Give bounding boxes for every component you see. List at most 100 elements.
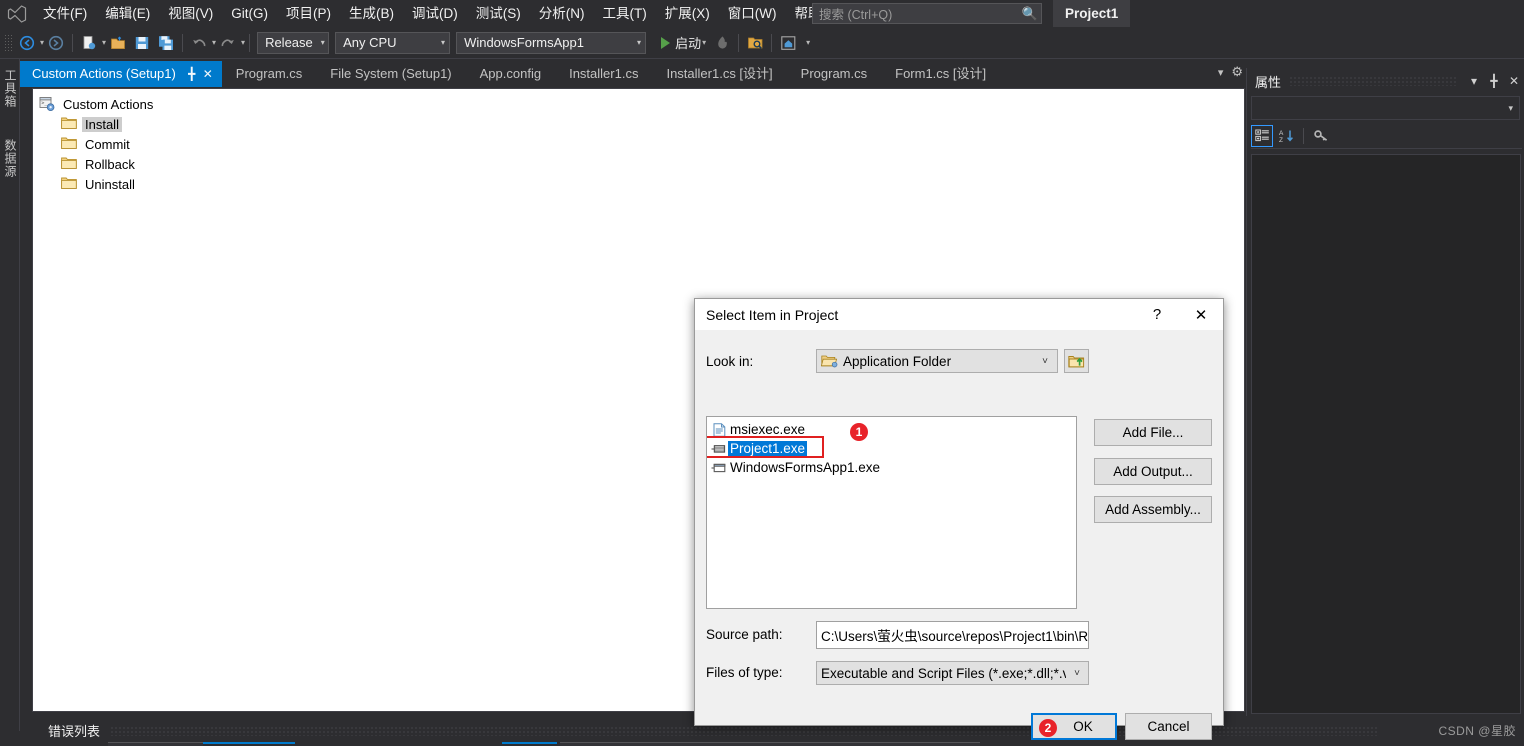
pin-icon[interactable]: ╋ [184, 61, 200, 87]
annotation-badge-step2: 2 [1039, 719, 1057, 737]
menu-item-view[interactable]: 视图(V) [159, 0, 222, 27]
search-input[interactable]: 搜索 (Ctrl+Q) 🔍 [812, 3, 1042, 24]
list-item-windowsformsapp1-exe[interactable]: WindowsFormsApp1.exe [710, 458, 1076, 477]
annotation-badge-step1: 1 [850, 423, 868, 441]
navigate-back-icon[interactable] [15, 31, 39, 55]
bottom-tab-stub-2[interactable] [502, 742, 557, 746]
chevron-down-icon[interactable]: ▾ [1218, 66, 1224, 79]
toolbar-separator-4 [738, 33, 740, 52]
close-icon[interactable]: ✕ [1179, 299, 1223, 330]
visual-studio-logo-icon [0, 0, 34, 27]
add-file-button[interactable]: Add File... [1094, 419, 1212, 446]
categorized-view-icon[interactable] [1251, 124, 1273, 147]
add-output-button[interactable]: Add Output... [1094, 458, 1212, 485]
start-debug-button[interactable]: 启动 ▾ [657, 31, 710, 55]
open-file-icon[interactable] [106, 31, 130, 55]
chevron-down-icon[interactable]: ▾ [702, 38, 706, 47]
tab-custom-actions-setup1[interactable]: Custom Actions (Setup1) ╋ ✕ [20, 61, 222, 87]
close-icon[interactable]: ✕ [1504, 74, 1524, 88]
tab-file-system-setup1[interactable]: File System (Setup1) [316, 61, 465, 87]
configuration-value: Release [265, 35, 313, 50]
ok-button[interactable]: 2 OK [1031, 713, 1117, 740]
menu-item-git[interactable]: Git(G) [222, 0, 277, 27]
save-icon[interactable] [130, 31, 154, 55]
folder-icon [61, 116, 77, 132]
tab-installer1-cs[interactable]: Installer1.cs [555, 61, 652, 87]
sidebar-item-toolbox[interactable]: 工具箱 [1, 63, 19, 114]
list-item-msiexec[interactable]: msiexec.exe [710, 420, 1076, 439]
menu-item-extensions[interactable]: 扩展(X) [656, 0, 719, 27]
list-item-project1-exe[interactable]: Project1.exe [710, 439, 1076, 458]
toolbar-grip[interactable] [4, 33, 13, 52]
tree-node-commit[interactable]: Commit [39, 134, 1244, 154]
save-all-icon[interactable] [154, 31, 178, 55]
properties-key-icon[interactable] [1310, 125, 1332, 147]
tab-app-config[interactable]: App.config [466, 61, 555, 87]
menu-item-debug[interactable]: 调试(D) [403, 0, 467, 27]
main-menu: 文件(F) 编辑(E) 视图(V) Git(G) 项目(P) 生成(B) 调试(… [34, 0, 849, 27]
folder-icon [61, 136, 77, 152]
folder-open-icon [821, 354, 838, 368]
startup-project-dropdown[interactable]: WindowsFormsApp1 ▾ [456, 31, 647, 54]
tab-program-cs[interactable]: Program.cs [222, 61, 316, 87]
cancel-button[interactable]: Cancel [1125, 713, 1212, 740]
undo-icon[interactable] [187, 31, 211, 55]
gear-icon[interactable]: ⚙ [1231, 64, 1243, 80]
menu-item-project[interactable]: 项目(P) [277, 0, 340, 27]
bottom-tab-stub-active[interactable] [203, 742, 295, 746]
menu-item-analyze[interactable]: 分析(N) [530, 0, 594, 27]
chevron-down-icon: ▾ [1508, 102, 1513, 113]
files-of-type-dropdown[interactable]: Executable and Script Files (*.exe;*.dll… [816, 661, 1089, 685]
document-tab-well: Custom Actions (Setup1) ╋ ✕ Program.cs F… [20, 59, 1245, 87]
home-icon[interactable] [776, 31, 800, 55]
menu-item-edit[interactable]: 编辑(E) [96, 0, 159, 27]
platform-value: Any CPU [343, 35, 397, 50]
tree-node-label: Install [82, 116, 122, 132]
tree-node-install[interactable]: Install [39, 114, 1244, 134]
properties-panel: 属性 ▾ ╋ ✕ ▾ A Z [1246, 68, 1524, 718]
menu-item-window[interactable]: 窗口(W) [719, 0, 786, 27]
redo-dropdown-icon[interactable]: ▾ [241, 38, 245, 47]
menu-item-test[interactable]: 测试(S) [467, 0, 530, 27]
source-path-input[interactable]: C:\Users\萤火虫\source\repos\Project1\bin\R… [816, 621, 1089, 649]
up-one-level-button[interactable] [1064, 349, 1089, 373]
chevron-down-icon[interactable]: ▾ [1464, 74, 1484, 88]
panel-drag-handle[interactable] [1289, 76, 1456, 86]
hot-reload-icon[interactable] [710, 31, 734, 55]
new-project-icon[interactable] [77, 31, 101, 55]
tree-node-rollback[interactable]: Rollback [39, 154, 1244, 174]
svg-text:A: A [1279, 130, 1284, 137]
menu-item-file[interactable]: 文件(F) [34, 0, 96, 27]
platform-dropdown[interactable]: Any CPU ▾ [335, 31, 451, 54]
file-list[interactable]: msiexec.exe Project1.exe WindowsFormsApp… [706, 416, 1077, 609]
source-path-label: Source path: [706, 627, 783, 642]
folder-search-icon[interactable] [743, 31, 767, 55]
properties-grid[interactable] [1251, 154, 1521, 714]
sidebar-item-data-sources[interactable]: 数据源 [1, 133, 19, 184]
help-icon[interactable]: ? [1135, 299, 1179, 330]
bottom-tab-stub-3[interactable] [560, 742, 980, 746]
dialog-body: Look in: Application Folder ˅ msiexec.ex… [695, 330, 1223, 740]
tree-node-custom-actions-root[interactable]: >_ Custom Actions [39, 94, 1244, 114]
search-icon: 🔍 [1021, 5, 1039, 21]
configuration-dropdown[interactable]: Release ▾ [257, 31, 330, 54]
toolbar-overflow-icon[interactable]: ▾ [806, 38, 810, 47]
pin-icon[interactable]: ╋ [1484, 74, 1504, 88]
navigate-forward-icon[interactable] [44, 31, 68, 55]
bottom-tab-stub-1[interactable] [108, 742, 203, 746]
close-icon[interactable]: ✕ [200, 61, 216, 87]
chevron-down-icon: ▾ [320, 38, 325, 47]
look-in-dropdown[interactable]: Application Folder ˅ [816, 349, 1058, 373]
menu-item-build[interactable]: 生成(B) [340, 0, 403, 27]
menu-item-tools[interactable]: 工具(T) [594, 0, 656, 27]
tab-program-cs-2[interactable]: Program.cs [787, 61, 881, 87]
tab-form1-cs-design[interactable]: Form1.cs [设计] [881, 61, 1000, 87]
tab-installer1-cs-design[interactable]: Installer1.cs [设计] [652, 61, 786, 87]
run-label: 启动 [675, 36, 702, 51]
properties-object-selector[interactable]: ▾ [1251, 96, 1520, 120]
alphabetical-sort-icon[interactable]: A Z [1275, 125, 1297, 147]
redo-icon[interactable] [216, 31, 240, 55]
add-assembly-button[interactable]: Add Assembly... [1094, 496, 1212, 523]
tree-node-uninstall[interactable]: Uninstall [39, 174, 1244, 194]
look-in-value: Application Folder [843, 353, 952, 369]
